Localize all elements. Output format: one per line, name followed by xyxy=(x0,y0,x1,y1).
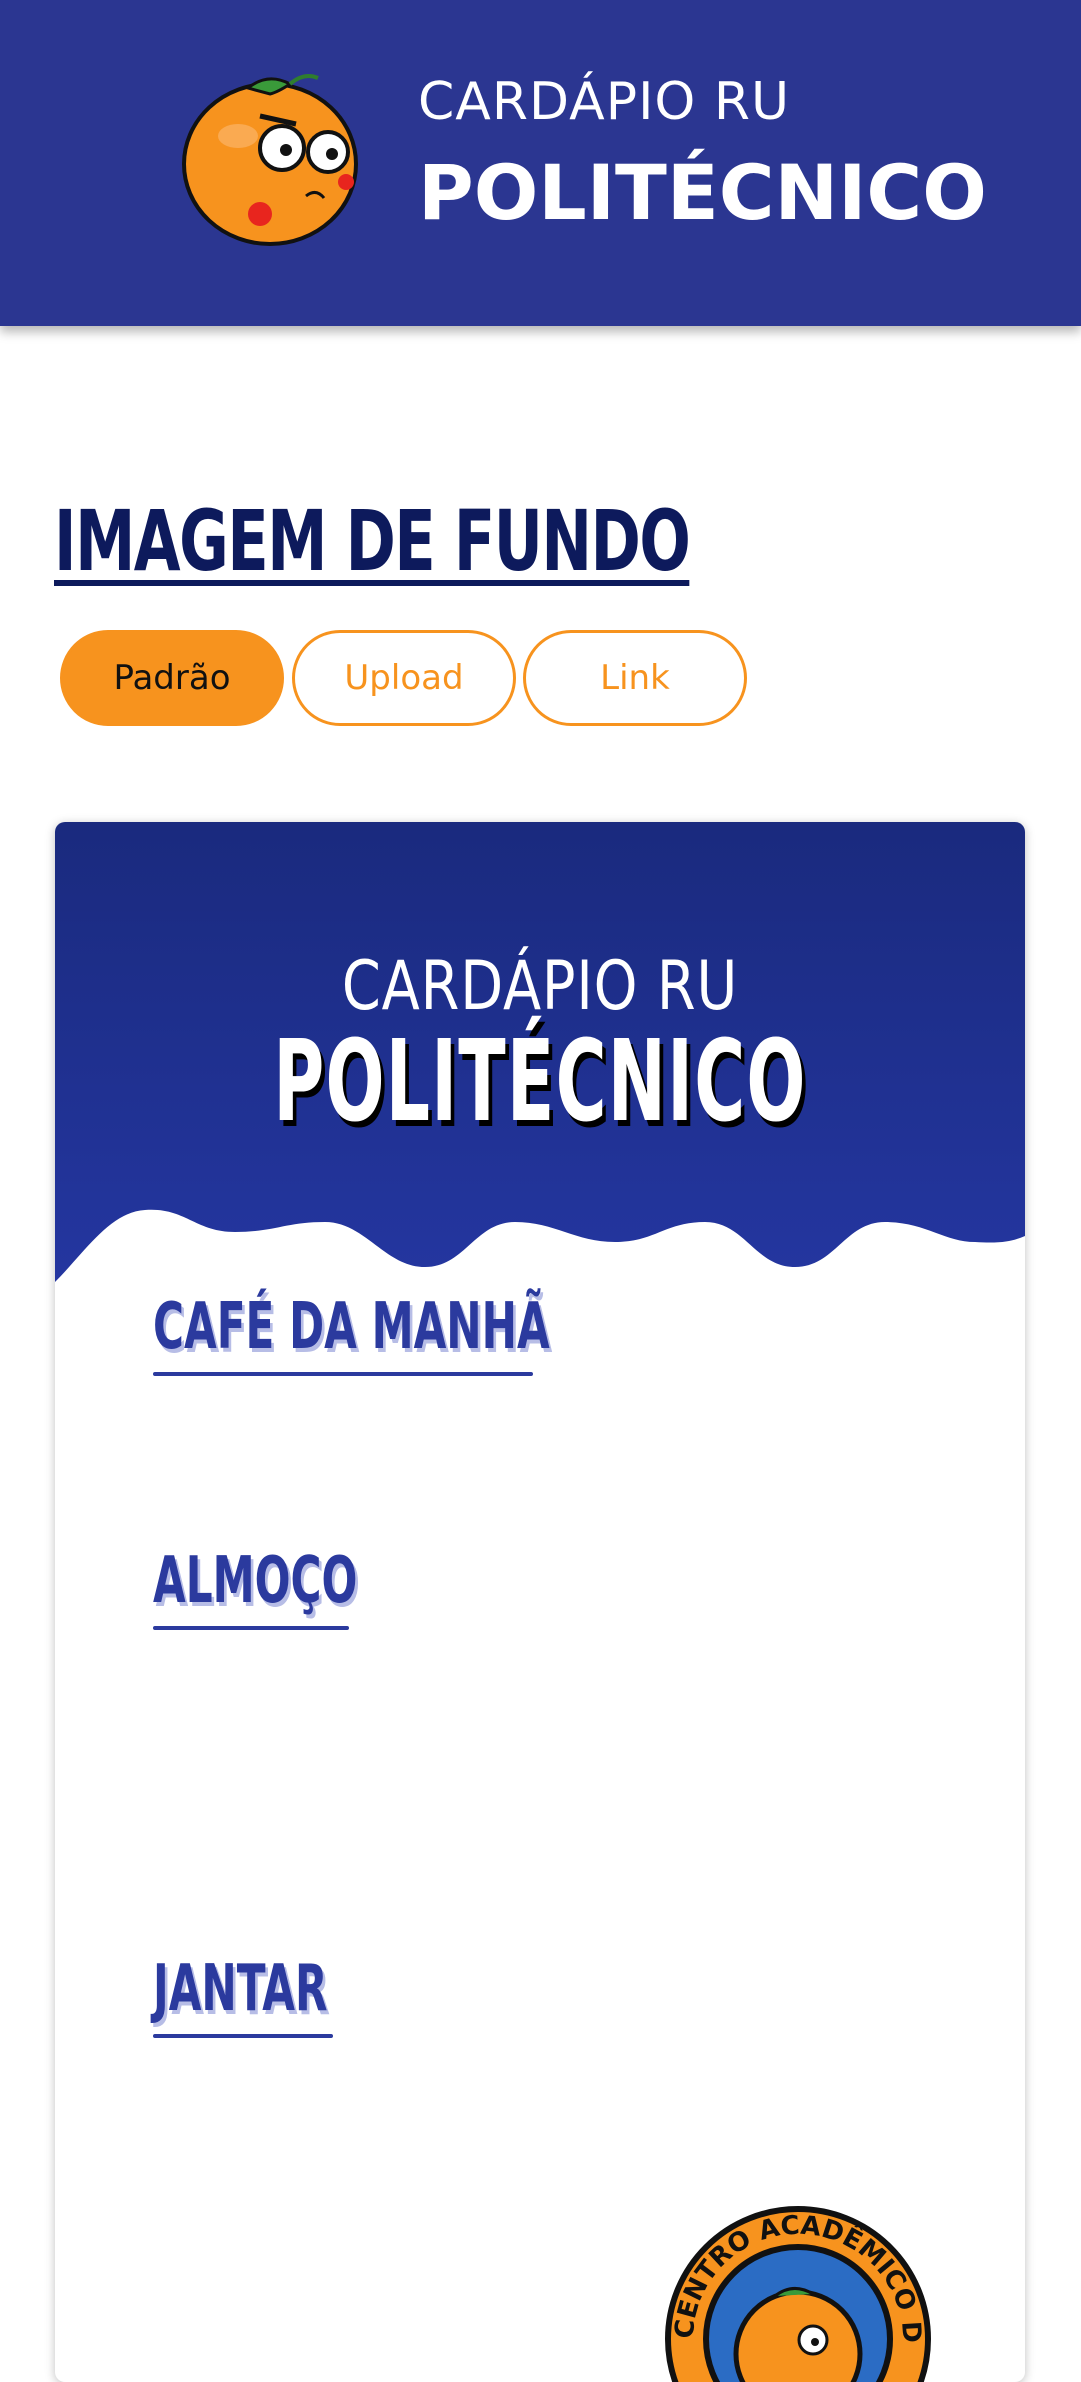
menu-preview-card: CARDÁPIO RU POLITÉCNICO CAFÉ DA MANHÃ AL… xyxy=(55,822,1025,2382)
meal-heading-dinner: JANTAR xyxy=(153,1952,328,2026)
preview-title-main: POLITÉCNICO xyxy=(273,1017,807,1147)
tab-link[interactable]: Link xyxy=(523,630,747,726)
academic-center-badge-icon: CENTRO ACADÊMICO DE QUÍMICA xyxy=(663,2204,931,2382)
meal-heading-breakfast: CAFÉ DA MANHÃ xyxy=(153,1290,550,1364)
tab-padrao[interactable]: Padrão xyxy=(60,630,284,726)
meal-underline xyxy=(153,1372,533,1376)
wave-divider xyxy=(55,1209,1025,1302)
orange-mascot-icon xyxy=(182,74,358,246)
meal-underline xyxy=(153,1626,349,1630)
app-header: CARDÁPIO RU POLITÉCNICO xyxy=(0,0,1081,326)
header-title-main: POLITÉCNICO xyxy=(418,148,987,237)
meal-heading-lunch: ALMOÇO xyxy=(153,1544,358,1618)
meal-underline xyxy=(153,2034,333,2038)
section-heading: IMAGEM DE FUNDO xyxy=(54,492,691,590)
tab-upload[interactable]: Upload xyxy=(292,630,516,726)
header-title-top: CARDÁPIO RU xyxy=(418,72,791,132)
preview-title-top: CARDÁPIO RU xyxy=(341,947,739,1026)
